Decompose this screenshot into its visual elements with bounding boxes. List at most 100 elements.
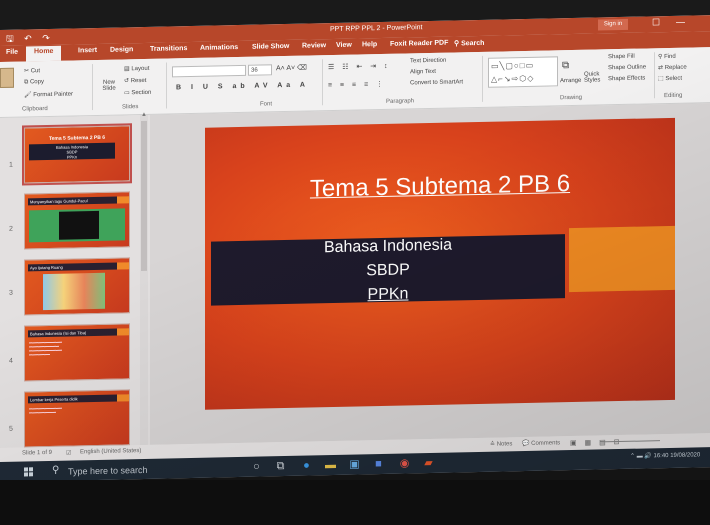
thumb-number: 3 <box>9 289 13 297</box>
restore-icon[interactable]: ☐ <box>652 17 660 28</box>
shapes-gallery[interactable]: ▭╲▢○□▭ △⌐↘⇨⬡◇ <box>488 56 558 88</box>
new-slide-button[interactable]: New Slide <box>98 79 120 92</box>
font-size-input[interactable]: 36 <box>248 64 272 76</box>
tab-help[interactable]: Help <box>362 41 377 48</box>
slide-thumbnail-2[interactable]: Menyanyikan lagu Gundul-Pacul <box>24 191 130 250</box>
layout-button[interactable]: ▤ Layout <box>124 65 149 73</box>
tab-transitions[interactable]: Transitions <box>150 45 187 53</box>
tab-design[interactable]: Design <box>110 46 133 53</box>
mail-icon[interactable]: ■ <box>372 458 385 471</box>
thumb-sub: PPKn <box>66 154 78 160</box>
screen: 🖫 ↶ ↷ PPT RPP PPL 2 - PowerPoint Sign in… <box>0 15 710 482</box>
tab-insert[interactable]: Insert <box>78 47 97 54</box>
slide-thumbnail-4[interactable]: Bahasa Indonesia (Isi dan Tiba) ▬▬▬▬▬▬▬▬… <box>24 323 130 382</box>
clock-time: 16:40 <box>653 452 669 460</box>
tab-home[interactable]: Home <box>26 45 62 62</box>
section-button[interactable]: ▭ Section <box>124 89 151 97</box>
comments-button[interactable]: 💬 Comments <box>522 439 560 447</box>
list-buttons[interactable]: ☰ ☷ ⇤ ⇥ ↕ <box>328 62 391 71</box>
arrange-icon[interactable]: ⧉ <box>562 60 569 71</box>
slide-thumbnail-5[interactable]: Lembar kerja Peserta didik ▬▬▬▬▬▬▬▬▬▬▬ ▬▬… <box>24 389 130 448</box>
slide-count: Slide 1 of 9 <box>22 449 53 457</box>
separator <box>654 52 655 99</box>
layout-label: Layout <box>131 65 150 73</box>
grow-shrink-font-icons[interactable]: A˄ A˅ ⌫ <box>276 64 307 73</box>
window-title: PPT RPP PPL 2 - PowerPoint <box>330 24 423 34</box>
tab-file[interactable]: File <box>6 49 18 56</box>
thumb-number: 5 <box>9 425 13 433</box>
thumb-number: 1 <box>9 161 13 169</box>
copy-button[interactable]: ⧉ Copy <box>24 79 44 86</box>
tab-review[interactable]: Review <box>302 42 326 50</box>
slide-thumbnail-1[interactable]: Tema 5 Subtema 2 PB 6 Bahasa Indonesia S… <box>22 123 132 186</box>
tab-animations[interactable]: Animations <box>200 44 238 52</box>
windows-start-icon-pane <box>24 472 28 477</box>
zoom-slider[interactable] <box>600 440 660 443</box>
tab-foxit-reader-pdf[interactable]: Foxit Reader PDF <box>390 40 448 48</box>
sign-in-button[interactable]: Sign in <box>598 18 628 31</box>
find-button[interactable]: ⚲ Find <box>658 53 676 60</box>
task-view-icon[interactable]: ⧉ <box>274 460 287 473</box>
format-painter-label: Format Painter <box>33 91 73 99</box>
windows-start-icon-pane <box>24 467 28 472</box>
scrollbar-thumb[interactable] <box>141 120 147 272</box>
section-label: Section <box>131 89 152 97</box>
text-direction-button[interactable]: Text Direction <box>410 58 446 65</box>
windows-start-icon-pane <box>29 467 33 472</box>
find-label: Find <box>664 53 676 61</box>
shape-outline-button[interactable]: Shape Outline <box>608 64 646 71</box>
replace-button[interactable]: ⇄ Replace <box>658 64 687 72</box>
thumb-accent <box>117 394 129 402</box>
slide-thumbnail-3[interactable]: Ayo Ijutang Ruang <box>24 257 130 316</box>
cortana-icon[interactable]: ○ <box>250 460 263 473</box>
slide-title[interactable]: Tema 5 Subtema 2 PB 6 <box>205 168 675 206</box>
shape-fill-button[interactable]: Shape Fill <box>608 54 635 61</box>
tab-slide-show[interactable]: Slide Show <box>252 43 289 51</box>
search-icon[interactable]: ⚲ <box>52 465 59 476</box>
cut-button[interactable]: ✂ Cut <box>24 67 40 74</box>
spellcheck-icon[interactable]: ☑ <box>66 450 71 457</box>
tell-me-search[interactable]: ⚲ Search <box>454 39 484 48</box>
align-text-button[interactable]: Align Text <box>410 69 436 76</box>
thumb-title: Tema 5 Subtema 2 PB 6 <box>48 134 106 142</box>
thumb-video <box>59 210 99 240</box>
tab-view[interactable]: View <box>336 42 352 49</box>
minimize-icon[interactable]: — <box>676 17 685 27</box>
convert-smartart-button[interactable]: Convert to SmartArt <box>410 79 463 86</box>
quick-styles-button[interactable]: Quick Styles <box>584 71 604 83</box>
edge-icon[interactable]: ● <box>300 459 313 472</box>
separator <box>166 62 167 109</box>
current-slide[interactable]: Tema 5 Subtema 2 PB 6 Bahasa Indonesia S… <box>205 117 675 410</box>
thumb-title: Lembar kerja Peserta didik <box>28 394 118 404</box>
windows-start-icon[interactable] <box>24 467 34 477</box>
clock-date: 19/08/2020 <box>670 452 701 459</box>
format-painter-button[interactable]: 🖌 Format Painter <box>24 90 73 98</box>
thumb-title: Menyanyikan lagu Gundul-Pacul <box>28 196 118 206</box>
taskbar-search-input[interactable]: Type here to search <box>68 465 148 477</box>
font-format-buttons[interactable]: B I U S ab AV Aa A <box>176 82 309 92</box>
notes-button[interactable]: ≙ Notes <box>490 440 512 447</box>
reset-label: Reset <box>130 77 147 85</box>
file-explorer-icon[interactable]: ▬ <box>324 459 337 472</box>
powerpoint-icon[interactable]: ▰ <box>422 457 435 470</box>
chrome-icon[interactable]: ◉ <box>398 457 411 470</box>
scroll-up-icon[interactable]: ▲ <box>140 112 148 118</box>
view-buttons[interactable]: ▣ ▦ ▤ ⊟ <box>570 438 623 447</box>
tell-me-label: Search <box>461 39 485 48</box>
reset-button[interactable]: ↺ Reset <box>124 77 146 84</box>
font-name-input[interactable] <box>172 64 246 78</box>
select-button[interactable]: ⬚ Select <box>658 75 682 83</box>
replace-label: Replace <box>664 64 687 72</box>
monitor-bezel-bottom <box>0 480 710 525</box>
font-group-label: Font <box>260 101 273 108</box>
store-icon[interactable]: ▣ <box>348 458 361 471</box>
align-buttons[interactable]: ≡ ≡ ≡ ≡ ⋮ <box>328 80 386 89</box>
orange-accent-block <box>569 225 675 293</box>
thumbnail-scrollbar[interactable]: ▲ <box>140 112 148 446</box>
paste-icon[interactable] <box>0 67 14 88</box>
system-tray[interactable]: ⌃ ▬ 🔊 16:40 19/08/2020 <box>630 451 700 459</box>
thumb-accent <box>117 328 129 336</box>
shape-effects-button[interactable]: Shape Effects <box>608 75 645 82</box>
language-label[interactable]: English (United States) <box>80 448 141 455</box>
arrange-button[interactable]: Arrange <box>560 78 581 84</box>
